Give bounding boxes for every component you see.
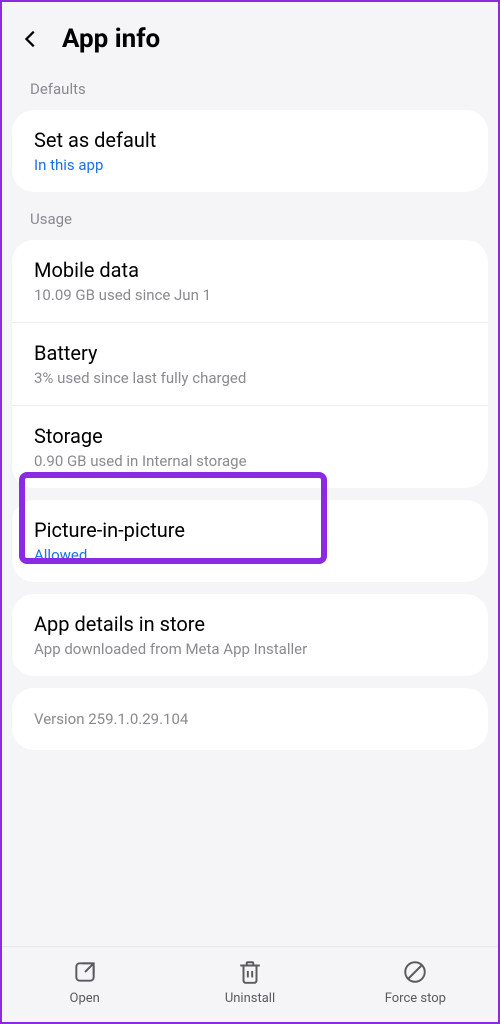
bottom-bar: Open Uninstall Force stop [2,946,498,1022]
storage-row[interactable]: Storage 0.90 GB used in Internal storage [12,405,488,488]
trash-icon [237,959,263,985]
battery-sub: 3% used since last fully charged [34,369,466,387]
open-button[interactable]: Open [2,959,167,1006]
battery-title: Battery [34,341,466,365]
mobile-data-row[interactable]: Mobile data 10.09 GB used since Jun 1 [12,240,488,322]
version-text: Version 259.1.0.29.104 [34,710,466,728]
app-details-title: App details in store [34,612,466,636]
back-icon[interactable] [20,28,42,50]
uninstall-label: Uninstall [225,991,275,1006]
set-as-default-card[interactable]: Set as default In this app [12,110,488,192]
force-stop-button[interactable]: Force stop [333,959,498,1006]
forbidden-icon [402,959,428,985]
force-stop-label: Force stop [385,991,446,1006]
battery-row[interactable]: Battery 3% used since last fully charged [12,322,488,405]
app-details-sub: App downloaded from Meta App Installer [34,640,466,658]
mobile-data-title: Mobile data [34,258,466,282]
uninstall-button[interactable]: Uninstall [167,959,332,1006]
section-defaults-label: Defaults [2,66,498,106]
storage-sub: 0.90 GB used in Internal storage [34,452,466,470]
pip-card[interactable]: Picture-in-picture Allowed [12,500,488,582]
open-icon [72,959,98,985]
page-title: App info [62,24,160,54]
storage-title: Storage [34,424,466,448]
pip-sub: Allowed [34,546,466,564]
set-as-default-title: Set as default [34,128,466,152]
set-as-default-sub: In this app [34,156,466,174]
version-card: Version 259.1.0.29.104 [12,688,488,750]
app-details-card[interactable]: App details in store App downloaded from… [12,594,488,676]
pip-title: Picture-in-picture [34,518,466,542]
mobile-data-sub: 10.09 GB used since Jun 1 [34,286,466,304]
section-usage-label: Usage [2,196,498,236]
open-label: Open [70,991,100,1006]
